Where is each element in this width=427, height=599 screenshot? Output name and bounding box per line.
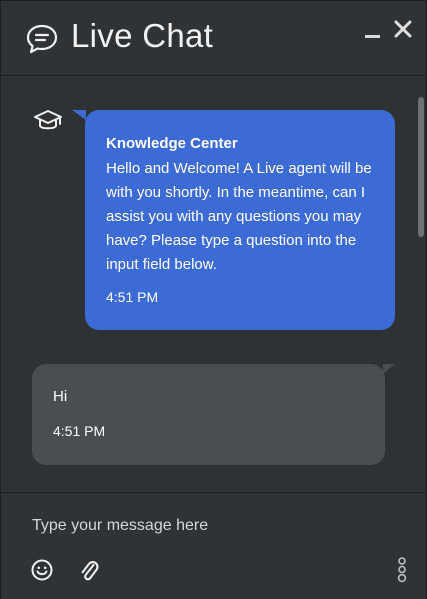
message-time: 4:51 PM <box>53 423 106 439</box>
live-chat-window: Live Chat Knowledge Center Hello and Wel… <box>0 0 427 599</box>
minimize-icon[interactable] <box>365 35 380 38</box>
message-input[interactable] <box>32 514 392 538</box>
bubble-tail <box>383 364 395 374</box>
smiley-icon[interactable] <box>31 559 53 581</box>
chat-header: Live Chat <box>1 1 426 76</box>
close-icon[interactable] <box>393 19 413 39</box>
message-list[interactable]: Knowledge Center Hello and Welcome! A Li… <box>1 76 426 492</box>
message-sender: Knowledge Center <box>106 135 238 152</box>
message-text: Hello and Welcome! A Live agent will be … <box>106 160 372 273</box>
brand-logo-icon <box>397 557 407 583</box>
message-time: 4:51 PM <box>106 289 159 305</box>
paperclip-icon[interactable] <box>79 558 99 582</box>
graduation-cap-icon <box>34 110 62 130</box>
scrollbar-thumb[interactable] <box>418 97 424 237</box>
message-text: Hi <box>53 388 68 405</box>
bot-message-bubble: Knowledge Center Hello and Welcome! A Li… <box>72 110 395 330</box>
bubble-tail <box>72 110 86 120</box>
user-message-bubble: Hi 4:51 PM <box>32 364 395 465</box>
chat-bubble-icon <box>26 24 58 54</box>
message-composer <box>1 492 426 599</box>
chat-title: Live Chat <box>71 17 214 54</box>
